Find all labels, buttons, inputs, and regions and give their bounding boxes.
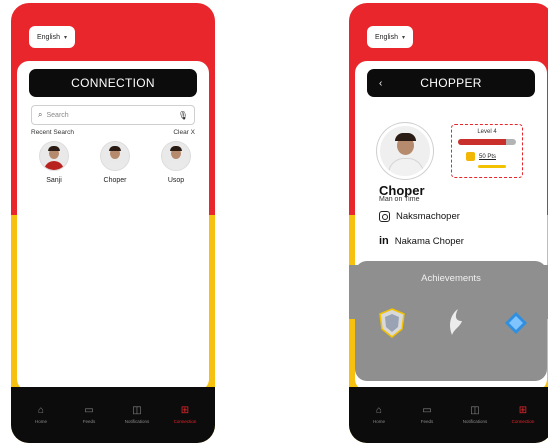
level-progress-fill xyxy=(458,139,506,145)
bottom-nav: ⌂ Home ▭ Feeds ◫ Notifications ⊞ Connect… xyxy=(349,387,548,443)
avatar xyxy=(39,141,69,171)
level-card: Level 4 50 Pts xyxy=(451,124,523,178)
nav-label: Notifications xyxy=(124,419,150,424)
home-icon: ⌂ xyxy=(375,405,383,416)
instagram-link[interactable]: Naksmachoper xyxy=(379,211,460,222)
page-title: CONNECTION xyxy=(71,76,155,90)
search-icon: ⌕ xyxy=(38,110,43,119)
linkedin-icon: in xyxy=(379,235,389,247)
back-arrow-icon[interactable]: ‹ xyxy=(379,78,383,89)
connection-phone: English ▾ CONNECTION ⌕ Search 🎙 Recent S… xyxy=(11,3,215,443)
nav-item-feeds[interactable]: ▭ Feeds xyxy=(69,405,109,425)
language-selector[interactable]: English ▾ xyxy=(29,26,75,48)
recent-search-label: Recent Search xyxy=(31,129,74,136)
contact-item-sanji[interactable]: Sanji xyxy=(31,141,77,184)
nav-label: Feeds xyxy=(82,419,96,424)
nav-label: Connection xyxy=(173,419,197,424)
coin-icon xyxy=(466,152,475,161)
nav-label: Notifications xyxy=(462,419,488,424)
chat-icon: ◫ xyxy=(132,405,142,416)
chat-icon: ◫ xyxy=(470,405,480,416)
search-placeholder: Search xyxy=(46,111,69,119)
nav-item-notifications[interactable]: ◫ Notifications xyxy=(117,405,157,425)
nav-item-connection[interactable]: ⊞ Connection xyxy=(165,405,205,425)
recent-contacts: Sanji Choper Usop xyxy=(31,141,199,184)
home-icon: ⌂ xyxy=(37,405,45,416)
connection-icon: ⊞ xyxy=(180,405,190,416)
connection-icon: ⊞ xyxy=(518,405,528,416)
instagram-handle: Naksmachoper xyxy=(396,211,460,222)
recent-search-header: Recent Search Clear X xyxy=(31,129,195,136)
points-row: 50 Pts xyxy=(466,152,496,161)
wing-badge-icon[interactable] xyxy=(437,305,471,341)
nav-item-home[interactable]: ⌂ Home xyxy=(359,405,399,425)
linkedin-handle: Nakama Choper xyxy=(394,235,464,247)
contact-item-choper[interactable]: Choper xyxy=(92,141,138,184)
chevron-down-icon: ▾ xyxy=(401,34,405,41)
nav-item-notifications[interactable]: ◫ Notifications xyxy=(455,405,495,425)
nav-label: Home xyxy=(372,419,385,424)
points-underline xyxy=(478,165,506,168)
clear-button[interactable]: Clear X xyxy=(173,129,195,136)
nav-item-home[interactable]: ⌂ Home xyxy=(21,405,61,425)
language-label: English xyxy=(375,33,398,41)
nav-label: Home xyxy=(34,419,47,424)
profile-subtitle: Man on Time xyxy=(379,196,420,203)
instagram-icon xyxy=(379,211,390,222)
contact-item-usop[interactable]: Usop xyxy=(153,141,199,184)
achievements-panel: Achievements xyxy=(355,261,547,381)
linkedin-link[interactable]: in Nakama Choper xyxy=(379,235,464,247)
language-selector[interactable]: English ▾ xyxy=(367,26,413,48)
achievement-badges xyxy=(375,305,533,341)
connection-card: CONNECTION ⌕ Search 🎙 Recent Search Clea… xyxy=(17,61,209,391)
points-value: 50 Pts xyxy=(479,153,497,160)
level-label: Level 4 xyxy=(477,129,497,135)
page-title-bar: ‹ CHOPPER xyxy=(367,69,535,97)
nav-label: Connection xyxy=(511,419,535,424)
achievements-title: Achievements xyxy=(421,273,481,284)
calendar-icon: ▭ xyxy=(422,405,432,416)
page-title-bar: CONNECTION xyxy=(29,69,197,97)
page-title: CHOPPER xyxy=(420,76,482,90)
avatar xyxy=(161,141,191,171)
profile-avatar xyxy=(377,123,433,179)
avatar xyxy=(100,141,130,171)
shield-badge-icon[interactable] xyxy=(375,305,409,341)
bottom-nav: ⌂ Home ▭ Feeds ◫ Notifications ⊞ Connect… xyxy=(11,387,215,443)
search-input[interactable]: ⌕ Search 🎙 xyxy=(31,105,195,125)
level-progress-bar xyxy=(458,139,516,145)
nav-item-feeds[interactable]: ▭ Feeds xyxy=(407,405,447,425)
calendar-icon: ▭ xyxy=(84,405,94,416)
language-label: English xyxy=(37,33,60,41)
microphone-icon[interactable]: 🎙 xyxy=(178,111,188,120)
nav-item-connection[interactable]: ⊞ Connection xyxy=(503,405,543,425)
nav-label: Feeds xyxy=(420,419,434,424)
chevron-down-icon: ▾ xyxy=(63,34,67,41)
contact-name: Sanji xyxy=(46,177,62,184)
contact-name: Choper xyxy=(103,177,127,184)
profile-phone: English ▾ ‹ CHOPPER Level 4 50 Pts Chope… xyxy=(349,3,548,443)
contact-name: Usop xyxy=(167,177,185,184)
diamond-badge-icon[interactable] xyxy=(499,305,533,341)
